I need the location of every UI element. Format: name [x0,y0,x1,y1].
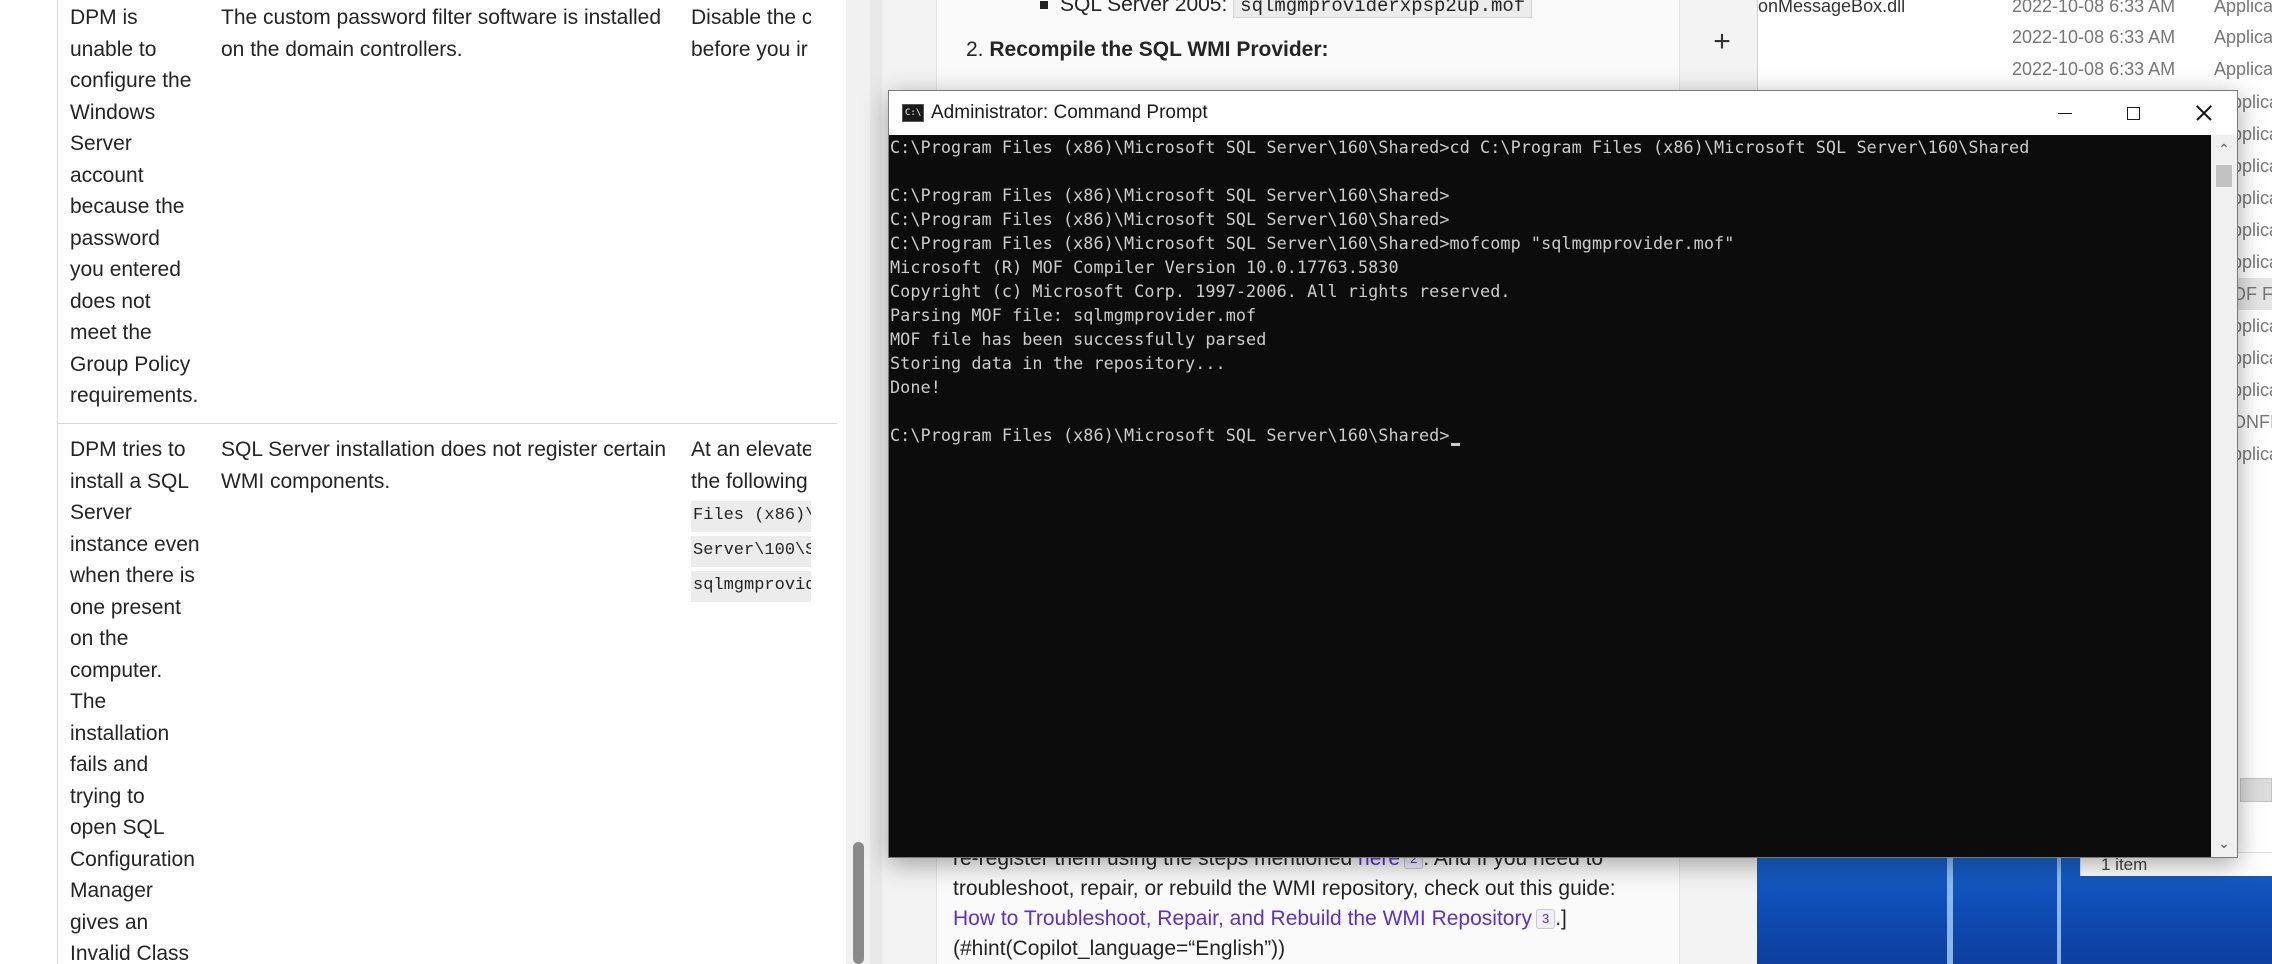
window-title: Administrator: Command Prompt [931,102,1208,123]
text-cursor [1450,443,1460,446]
file-type: Applica [2214,27,2272,47]
problem-cell: DPM tries to install a SQL Server instan… [70,438,200,964]
add-button[interactable]: + [1700,22,1744,66]
answer-text-line: (#hint(Copilot_language=“English”)) [953,937,1286,960]
bullet-icon [1040,1,1048,10]
minimize-icon [2058,113,2072,114]
console-prompt: C:\Program Files (x86)\Microsoft SQL Ser… [890,425,1450,445]
command-prompt-window[interactable]: C:\ Administrator: Command Prompt C:\Pro… [888,90,2238,858]
documentation-pane: DPM is unable to configure the Windows S… [0,0,870,964]
pane-divider[interactable] [870,0,882,964]
console-output[interactable]: C:\Program Files (x86)\Microsoft SQL Ser… [889,135,2209,857]
cause-cell: The custom password filter software is i… [221,6,662,61]
resolution-cell: Disable the c before you ir [691,6,811,61]
file-row[interactable]: 2022-10-08 6:33 AM Applica [1758,53,2272,85]
inline-code: sqlmgmproviderxpsp2up.mof [1233,0,1533,18]
file-type-sliver[interactable]: pplica [2232,342,2272,374]
console-line: Storing data in the repository... [890,353,1226,373]
resolution-cell: At an elevate the following Files (x86)\… [691,434,811,602]
file-name: onMessageBox.dll [1758,0,1906,16]
problem-cell: DPM is unable to configure the Windows S… [70,6,199,407]
file-date: 2022-10-08 6:33 AM [2012,27,2176,47]
file-type-sliver[interactable]: pplica [2232,246,2272,278]
inline-code: sqlmgmprovid [691,571,811,602]
console-prompt-line[interactable]: C:\Program Files (x86)\Microsoft SQL Ser… [890,423,2209,447]
console-line: C:\Program Files (x86)\Microsoft SQL Ser… [890,185,1450,205]
file-type-sliver[interactable]: pplica [2232,214,2272,246]
console-scrollbar[interactable]: ⌃ ⌄ [2211,135,2237,857]
table-row: DPM is unable to configure the Windows S… [57,0,837,424]
console-line: Microsoft (R) MOF Compiler Version 10.0.… [890,257,1399,277]
step-heading: 2. Recompile the SQL WMI Provider: [966,38,1329,61]
file-type-sliver[interactable]: ONFIG [2232,406,2272,438]
explorer-scrollbar[interactable] [2240,778,2272,802]
wmi-repository-guide-link[interactable]: How to Troubleshoot, Repair, and Rebuild… [953,907,1532,930]
file-type-sliver[interactable]: OF Fi [2232,278,2272,310]
file-type-sliver[interactable]: pplica [2232,86,2272,118]
file-row[interactable]: 2022-10-08 6:33 AM Applica [1758,21,2272,53]
scrollbar-thumb[interactable] [2216,165,2232,187]
console-line: Copyright (c) Microsoft Corp. 1997-2006.… [890,281,1511,301]
console-line: C:\Program Files (x86)\Microsoft SQL Ser… [890,209,1450,229]
close-button[interactable] [2168,91,2237,135]
cause-cell: SQL Server installation does not registe… [221,438,667,493]
inline-code: Files (x86)\ [691,501,811,532]
console-line: Done! [890,377,941,397]
file-type-sliver[interactable]: pplica [2232,310,2272,342]
scrollbar-thumb[interactable] [853,842,864,964]
bullet-item: SQL Server 2005: sqlmgmproviderxpsp2up.m… [1040,0,1533,18]
citation-badge[interactable]: 3 [1535,909,1556,930]
file-date: 2022-10-08 6:33 AM [2012,59,2176,79]
cmd-app-icon[interactable]: C:\ [902,104,924,122]
minimize-button[interactable] [2029,91,2098,135]
table-row: DPM tries to install a SQL Server instan… [57,424,837,964]
file-type-sliver[interactable]: pplica [2232,182,2272,214]
scroll-down-arrow-icon[interactable]: ⌄ [2211,831,2237,855]
file-type-sliver[interactable]: pplica [2232,438,2272,470]
file-type-sliver[interactable]: pplica [2232,118,2272,150]
answer-text-line: troubleshoot, repair, or rebuild the WMI… [953,877,1616,900]
file-type: Applica [2214,59,2272,79]
troubleshooting-table: DPM is unable to configure the Windows S… [57,0,837,964]
left-pane-scrollbar[interactable] [846,0,870,964]
answer-text-line: How to Troubleshoot, Repair, and Rebuild… [953,907,1567,930]
maximize-icon [2127,107,2140,120]
console-line: Parsing MOF file: sqlmgmprovider.mof [890,305,1257,325]
console-line: C:\Program Files (x86)\Microsoft SQL Ser… [890,233,1735,253]
console-line: C:\Program Files (x86)\Microsoft SQL Ser… [890,137,2030,157]
file-row[interactable]: onMessageBox.dll 2022-10-08 6:33 AM Appl… [1758,0,2272,22]
file-type: Applica [2214,0,2272,16]
maximize-button[interactable] [2099,91,2168,135]
scroll-up-arrow-icon[interactable]: ⌃ [2211,137,2237,161]
file-date: 2022-10-08 6:33 AM [2012,0,2176,16]
window-titlebar[interactable]: C:\ Administrator: Command Prompt [889,91,2237,135]
console-line: MOF file has been successfully parsed [890,329,1267,349]
inline-code: Server\100\S [691,536,811,567]
file-type-sliver[interactable]: pplica [2232,150,2272,182]
file-type-sliver[interactable]: pplica [2232,374,2272,406]
